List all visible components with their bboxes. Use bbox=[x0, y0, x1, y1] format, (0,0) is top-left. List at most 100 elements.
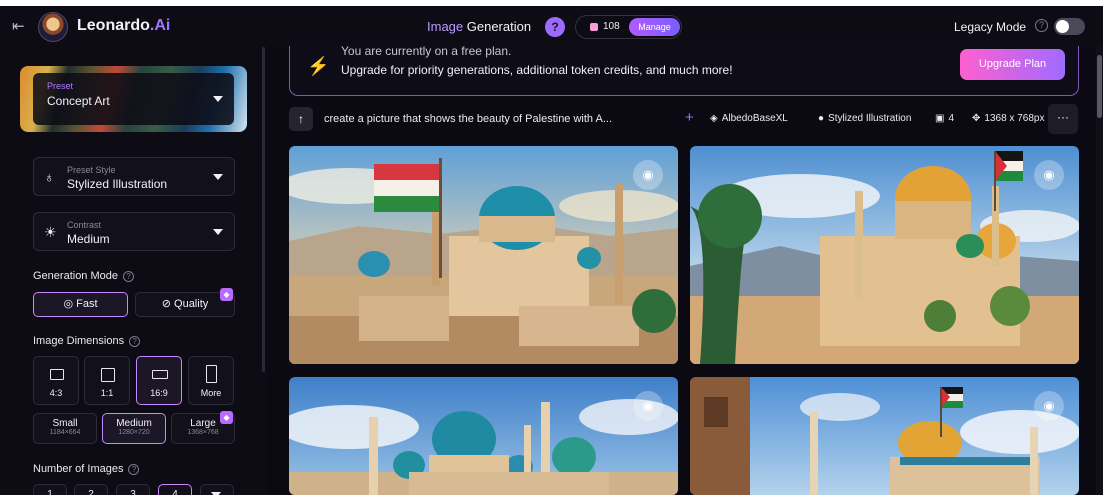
main-scrollbar-thumb[interactable] bbox=[1097, 55, 1102, 118]
arrow-left-icon[interactable]: ⇤ bbox=[12, 17, 25, 35]
ratio-4-3-icon bbox=[50, 369, 64, 380]
size-resolution: 1368×768 bbox=[187, 429, 219, 436]
num-images-4-button[interactable]: 4 bbox=[158, 484, 192, 495]
banner-plan-text: You are currently on a free plan. bbox=[341, 44, 512, 58]
ratio-more-button[interactable]: More bbox=[188, 356, 234, 405]
token-balance-pill: 108 Manage bbox=[575, 15, 682, 39]
help-icon[interactable]: ? bbox=[123, 271, 134, 282]
image-count-tag: ▣ 4 bbox=[935, 113, 954, 124]
contrast-select[interactable]: ☀ Contrast Medium bbox=[33, 212, 235, 251]
size-label: Small bbox=[52, 418, 78, 429]
flask-icon: ♁ bbox=[44, 169, 55, 185]
prompt-text[interactable]: create a picture that shows the beauty o… bbox=[324, 113, 612, 125]
check-circle-icon: ⊘ bbox=[161, 298, 175, 310]
drop-icon: ● bbox=[818, 113, 825, 124]
ratio-1-1-button[interactable]: 1:1 bbox=[84, 356, 130, 405]
image-dimensions-heading: Image Dimensions? bbox=[33, 335, 141, 347]
premium-gem-icon: ◆ bbox=[220, 288, 233, 301]
generated-image-1-art bbox=[289, 146, 678, 364]
generated-image-2[interactable]: ◉ bbox=[690, 146, 1079, 364]
generation-mode-label: Generation Mode bbox=[33, 270, 118, 282]
generated-image-3-art bbox=[289, 377, 678, 495]
preset-select[interactable]: Preset Concept Art bbox=[33, 73, 234, 125]
preset-value: Concept Art bbox=[47, 94, 110, 108]
premium-gem-icon: ◆ bbox=[220, 411, 233, 424]
preset-label: Preset bbox=[47, 81, 74, 91]
help-icon[interactable]: ? bbox=[128, 464, 140, 475]
number-of-images-label: Number of Images bbox=[33, 463, 124, 475]
generation-info-row: ↑ create a picture that shows the beauty… bbox=[289, 104, 1079, 134]
sidebar-scrollbar[interactable] bbox=[262, 47, 265, 372]
ratio-label: 16:9 bbox=[150, 388, 168, 398]
page-title: Image Generation bbox=[427, 19, 531, 34]
ratio-more-icon bbox=[206, 365, 217, 383]
ratio-label: More bbox=[200, 388, 222, 398]
ratio-1-1-icon bbox=[101, 368, 115, 382]
fast-mode-button[interactable]: ◎ Fast bbox=[33, 292, 128, 317]
size-tag: ✥ 1368 x 768px bbox=[972, 113, 1044, 124]
num-images-1-button[interactable]: 1 bbox=[33, 484, 67, 495]
style-tag: ● Stylized Illustration bbox=[818, 113, 911, 124]
generation-mode-heading: Generation Mode? bbox=[33, 270, 134, 282]
num-images-more-button[interactable] bbox=[200, 484, 234, 495]
app-window: ⇤ Leonardo.Ai Image Generation ? 108 Man… bbox=[0, 6, 1103, 495]
ratio-label: 1:1 bbox=[100, 388, 114, 398]
num-images-2-button[interactable]: 2 bbox=[74, 484, 108, 495]
generated-image-3[interactable]: ◉ bbox=[289, 377, 678, 495]
image-dimensions-label: Image Dimensions bbox=[33, 335, 125, 347]
help-icon[interactable]: ? bbox=[545, 17, 565, 37]
contrast-label: Contrast bbox=[67, 220, 102, 230]
main-scrollbar[interactable] bbox=[1096, 47, 1103, 495]
upgrade-plan-button[interactable]: Upgrade Plan bbox=[960, 49, 1065, 80]
generated-image-1[interactable]: ◉ bbox=[289, 146, 678, 364]
token-icon bbox=[590, 23, 598, 31]
preset-style-value: Stylized Illustration bbox=[67, 177, 168, 191]
brand-main: Leonardo bbox=[77, 17, 150, 34]
size-value: 1368 x 768px bbox=[984, 113, 1045, 124]
reuse-prompt-icon[interactable]: ↑ bbox=[289, 107, 313, 131]
top-bar: ⇤ Leonardo.Ai Image Generation ? 108 Man… bbox=[0, 6, 1103, 47]
model-tag: ◈ AlbedoBaseXL bbox=[710, 113, 788, 124]
token-count: 108 bbox=[603, 21, 620, 32]
manage-button[interactable]: Manage bbox=[629, 18, 680, 36]
ratio-4-3-button[interactable]: 4:3 bbox=[33, 356, 79, 405]
ratio-16-9-button[interactable]: 16:9 bbox=[136, 356, 182, 405]
legacy-mode-toggle[interactable] bbox=[1054, 18, 1085, 35]
sun-icon: ☀ bbox=[44, 224, 57, 240]
num-images-3-button[interactable]: 3 bbox=[116, 484, 150, 495]
banner-upgrade-text: Upgrade for priority generations, additi… bbox=[341, 63, 733, 77]
size-medium-button[interactable]: Medium 1280×720 bbox=[102, 413, 166, 444]
brand-suffix: .Ai bbox=[149, 17, 171, 34]
preset-card[interactable]: Preset Concept Art bbox=[20, 66, 247, 132]
leonardo-logo-avatar bbox=[38, 12, 68, 42]
ratio-16-9-icon bbox=[152, 370, 168, 379]
more-options-icon[interactable]: ··· bbox=[1048, 104, 1078, 134]
legacy-help-icon[interactable]: ? bbox=[1035, 19, 1048, 32]
size-large-button[interactable]: Large 1368×768 ◆ bbox=[171, 411, 235, 444]
model-name: AlbedoBaseXL bbox=[721, 113, 788, 124]
legacy-mode-label: Legacy Mode bbox=[954, 20, 1027, 34]
eye-icon[interactable]: ◉ bbox=[1034, 160, 1064, 190]
size-resolution: 1280×720 bbox=[118, 429, 150, 436]
images-icon: ▣ bbox=[935, 113, 945, 124]
eye-icon[interactable]: ◉ bbox=[633, 160, 663, 190]
help-icon[interactable]: ? bbox=[129, 336, 141, 347]
image-count: 4 bbox=[948, 113, 955, 124]
eye-icon[interactable]: ◉ bbox=[1034, 391, 1064, 421]
number-of-images-heading: Number of Images? bbox=[33, 463, 140, 475]
generated-image-4[interactable]: ◉ bbox=[690, 377, 1079, 495]
chevron-down-icon bbox=[213, 229, 223, 235]
eye-icon[interactable]: ◉ bbox=[633, 391, 663, 421]
add-icon[interactable]: + bbox=[685, 109, 694, 126]
ratio-label: 4:3 bbox=[49, 388, 63, 398]
contrast-value: Medium bbox=[67, 232, 110, 246]
free-plan-banner: ⚡ You are currently on a free plan. Upgr… bbox=[289, 44, 1079, 96]
model-icon: ◈ bbox=[710, 113, 718, 124]
lightning-icon: ⚡ bbox=[307, 56, 330, 76]
quality-mode-button[interactable]: ⊘ Quality ◆ bbox=[135, 288, 235, 317]
brand-name[interactable]: Leonardo.Ai bbox=[77, 17, 170, 35]
size-label: Medium bbox=[116, 418, 152, 429]
size-small-button[interactable]: Small 1184×664 bbox=[33, 413, 97, 444]
preset-style-select[interactable]: ♁ Preset Style Stylized Illustration bbox=[33, 157, 235, 196]
chevron-down-icon bbox=[213, 174, 223, 180]
